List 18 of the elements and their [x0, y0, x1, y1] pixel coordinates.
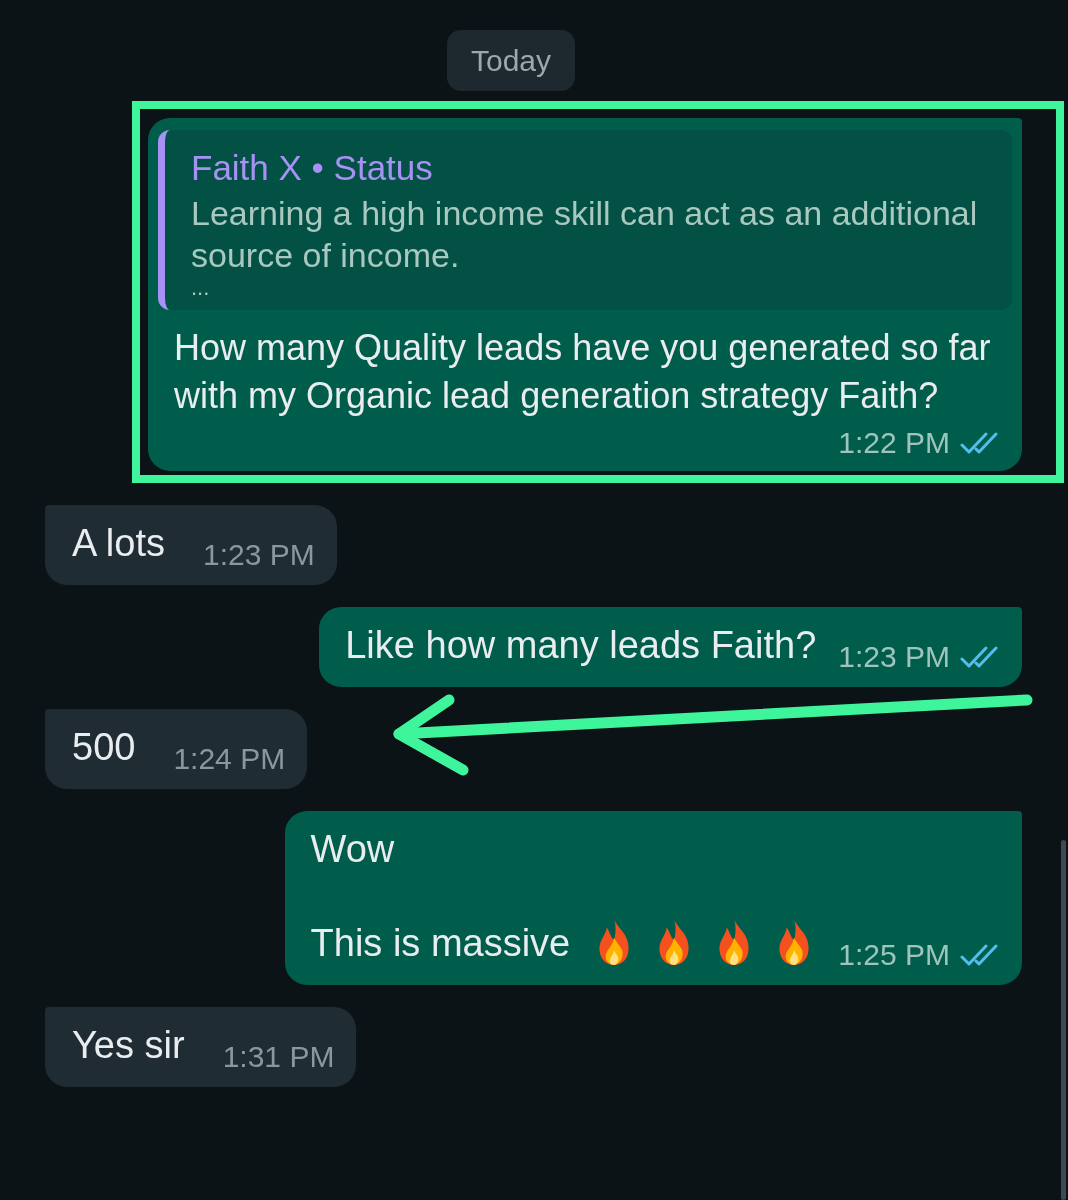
scroll-bar[interactable]	[1061, 840, 1066, 1200]
timestamp: 1:22 PM	[838, 425, 950, 461]
date-label: Today	[446, 30, 576, 91]
message-text: Like how many leads Faith?	[345, 623, 817, 668]
ellipsis-text: ...	[191, 276, 211, 300]
message-text: 500	[72, 725, 136, 770]
quote-author: Faith X • Status	[191, 148, 434, 188]
message-text: How many Quality leads have you generated so far with my Organic lead generation strategy Faith?	[173, 326, 992, 418]
timestamp: 1:25 PM	[838, 937, 950, 973]
message-text: Yes sir	[72, 1023, 185, 1068]
message-text: This is massive	[310, 921, 571, 966]
timestamp: 1:24 PM	[173, 741, 286, 777]
message-text: Wow	[310, 827, 396, 872]
timestamp: 1:23 PM	[838, 639, 950, 675]
timestamp: 1:31 PM	[222, 1039, 335, 1075]
timestamp: 1:23 PM	[202, 537, 315, 573]
message-text: A lots	[72, 521, 165, 566]
quote-text: Learning a high income skill can act as an additional source of income.	[191, 193, 979, 276]
